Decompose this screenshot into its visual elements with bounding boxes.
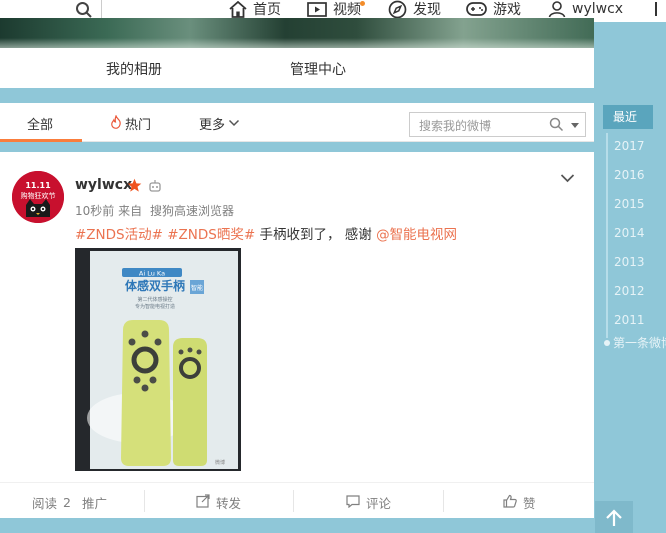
box-title: 体感双手柄 bbox=[125, 278, 185, 293]
timeline-year[interactable]: 2012 bbox=[614, 284, 645, 298]
timeline-line bbox=[606, 133, 608, 338]
nav-home[interactable]: 首页 bbox=[229, 0, 281, 18]
hashtag-link[interactable]: #ZNDS晒奖# bbox=[167, 227, 255, 243]
box-subtitle: 专为智能电视打造 bbox=[135, 303, 175, 310]
read-label: 阅读 bbox=[32, 496, 58, 511]
tab-hot-label: 热门 bbox=[125, 118, 152, 133]
tab-hot[interactable]: 热门 bbox=[110, 113, 152, 133]
back-to-top-button[interactable] bbox=[595, 501, 633, 533]
nav-games[interactable]: 游戏 bbox=[466, 0, 521, 18]
notification-dot bbox=[360, 1, 365, 6]
nav-username: wylwcx bbox=[572, 1, 624, 17]
nav-games-label: 游戏 bbox=[493, 2, 521, 18]
comment-icon bbox=[346, 494, 360, 511]
comment-label: 评论 bbox=[366, 496, 392, 511]
repost-button[interactable]: 转发 bbox=[196, 493, 241, 512]
promote-label: 推广 bbox=[82, 496, 108, 511]
tab-more-label: 更多 bbox=[199, 118, 226, 133]
post-menu-chevron-icon[interactable] bbox=[560, 172, 575, 187]
read-count-value: 2 bbox=[63, 495, 71, 510]
divider bbox=[293, 490, 294, 512]
box-badge: 智能 bbox=[191, 284, 203, 292]
user-icon bbox=[548, 0, 566, 18]
gamepad-icon bbox=[466, 1, 487, 17]
arrow-up-icon bbox=[605, 509, 623, 531]
nav-home-label: 首页 bbox=[253, 2, 281, 18]
home-icon bbox=[229, 0, 247, 18]
first-post-label: 第一条微博 bbox=[613, 336, 666, 350]
nav-video-label: 视频 bbox=[333, 2, 361, 18]
post-text: 手柄收到了， 感谢 bbox=[259, 227, 377, 243]
post-source-prefix: 来自 bbox=[118, 204, 143, 218]
divider bbox=[443, 490, 444, 512]
timeline-year[interactable]: 2017 bbox=[614, 139, 645, 153]
svg-text:11.11: 11.11 bbox=[25, 181, 51, 190]
timeline-year[interactable]: 2014 bbox=[614, 226, 645, 240]
nav-user[interactable]: wylwcx bbox=[548, 0, 623, 18]
repost-label: 转发 bbox=[216, 496, 242, 511]
post-image[interactable]: Ai Lu Ka 体感双手柄 智能 第二代体感操控 专为智能电视打造 微博 bbox=[75, 248, 241, 471]
feed-filter-bar: 全部 热门 更多 搜索我的微博 bbox=[0, 103, 594, 142]
video-icon bbox=[307, 1, 327, 18]
timeline-recent[interactable]: 最近 bbox=[603, 105, 653, 129]
menu-icon[interactable] bbox=[655, 2, 657, 16]
svg-text:微博: 微博 bbox=[215, 459, 225, 466]
fire-icon bbox=[110, 113, 122, 133]
timeline-year[interactable]: 2016 bbox=[614, 168, 645, 182]
tab-management-center[interactable]: 管理中心 bbox=[290, 59, 346, 79]
nav-discover-label: 发现 bbox=[413, 2, 441, 18]
search-scope-dropdown-icon[interactable] bbox=[571, 123, 579, 128]
comment-button[interactable]: 评论 bbox=[346, 493, 391, 512]
timeline-year[interactable]: 2013 bbox=[614, 255, 645, 269]
active-tab-indicator bbox=[0, 139, 82, 142]
bullet-icon bbox=[604, 339, 610, 346]
nav-discover[interactable]: 发现 bbox=[388, 0, 441, 18]
hashtag-link[interactable]: #ZNDS活动# bbox=[75, 227, 163, 243]
timeline-year[interactable]: 2015 bbox=[614, 197, 645, 211]
post-source[interactable]: 搜狗高速浏览器 bbox=[150, 204, 234, 218]
divider bbox=[144, 490, 145, 512]
tab-all[interactable]: 全部 bbox=[27, 114, 53, 133]
tab-my-album[interactable]: 我的相册 bbox=[106, 59, 162, 79]
repost-icon bbox=[196, 494, 210, 511]
watermark: com bbox=[560, 480, 593, 496]
nav-video[interactable]: 视频 bbox=[307, 0, 361, 18]
box-subtitle: 第二代体感操控 bbox=[137, 296, 172, 303]
timeline-first-post[interactable]: 第一条微博 bbox=[604, 334, 666, 351]
profile-cover bbox=[0, 18, 594, 48]
promote-button[interactable]: 推广 bbox=[82, 493, 107, 512]
avatar[interactable]: 11.11 购物狂欢节 bbox=[12, 171, 64, 223]
timeline-year[interactable]: 2011 bbox=[614, 313, 645, 327]
year-timeline: 最近 2017 2016 2015 2014 2013 2012 2011 第一… bbox=[603, 105, 666, 355]
robot-icon[interactable] bbox=[148, 179, 162, 197]
feed-search-placeholder: 搜索我的微博 bbox=[419, 119, 492, 133]
box-brand: Ai Lu Ka bbox=[139, 270, 165, 278]
like-label: 赞 bbox=[523, 496, 536, 511]
post-username[interactable]: wylwcx bbox=[75, 177, 132, 193]
post-body: #ZNDS活动# #ZNDS晒奖# 手柄收到了， 感谢 @智能电视网 bbox=[75, 223, 457, 243]
tab-more[interactable]: 更多 bbox=[199, 114, 240, 133]
page-background bbox=[0, 518, 594, 533]
search-icon[interactable] bbox=[549, 117, 564, 136]
like-button[interactable]: 赞 bbox=[503, 493, 536, 512]
tab-all-label: 全部 bbox=[27, 118, 54, 133]
post-time[interactable]: 10秒前 bbox=[75, 204, 114, 218]
svg-text:购物狂欢节: 购物狂欢节 bbox=[21, 191, 56, 200]
chevron-down-icon bbox=[228, 116, 240, 131]
compass-icon bbox=[388, 0, 407, 19]
mention-link[interactable]: @智能电视网 bbox=[376, 227, 457, 243]
post-card: 11.11 购物狂欢节 wylwcx 10秒前 来自 搜狗高速浏览器 #ZNDS… bbox=[0, 152, 594, 518]
post-meta: 10秒前 来自 搜狗高速浏览器 bbox=[75, 202, 234, 219]
feed-search-input[interactable]: 搜索我的微博 bbox=[409, 112, 586, 137]
profile-tabs: 我的相册 管理中心 bbox=[0, 48, 594, 88]
thumbs-up-icon bbox=[503, 494, 517, 511]
member-star-icon[interactable] bbox=[127, 178, 142, 197]
post-actions: 阅读 2 推广 转发 评论 赞 bbox=[0, 482, 594, 518]
read-count: 阅读 2 bbox=[32, 493, 71, 512]
